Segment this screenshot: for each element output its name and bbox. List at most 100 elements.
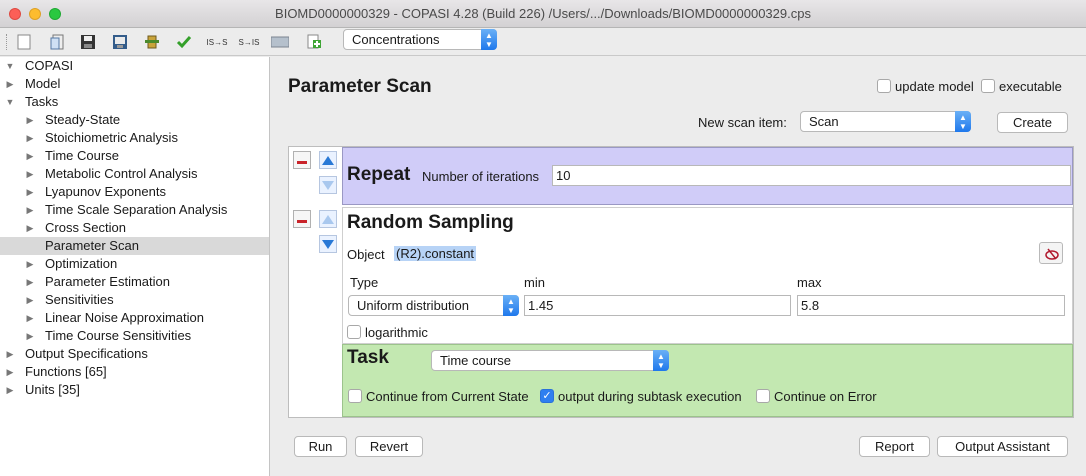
move-up-icon[interactable] [319, 151, 337, 169]
collapsed-triangle-icon[interactable]: ▶ [25, 255, 35, 273]
toolbar: IS→S S→IS [0, 28, 1086, 56]
tree-item[interactable]: ▶ Functions [65] [0, 363, 269, 381]
min-label: min [524, 275, 545, 290]
output-during-subtask-label: output during subtask execution [558, 389, 742, 404]
tree-item[interactable]: ▶ Linear Noise Approximation [0, 309, 269, 327]
is-to-s-icon[interactable]: IS→S [206, 32, 228, 52]
revert-button[interactable]: Revert [355, 436, 423, 457]
collapsed-triangle-icon[interactable]: ▶ [5, 345, 15, 363]
page-title: Parameter Scan [288, 76, 432, 97]
tree-item[interactable]: Parameter Scan [0, 237, 269, 255]
tree-item[interactable]: ▶ Time Course [0, 147, 269, 165]
tree-item[interactable]: ▶ Model [0, 75, 269, 93]
expanded-triangle-icon[interactable]: ▼ [5, 57, 15, 75]
check-icon[interactable] [174, 32, 194, 52]
logarithmic-checkbox[interactable] [347, 325, 361, 339]
delete-repeat-button[interactable] [293, 151, 311, 169]
sidebar-tree: ▼ COPASI ▶ Model ▼ Tasks ▶ Steady-State ▶ Stoic… [0, 57, 270, 476]
collapsed-triangle-icon[interactable]: ▶ [25, 273, 35, 291]
tree-item-label: Metabolic Control Analysis [45, 166, 198, 181]
tree-item[interactable]: ▶ Units [35] [0, 381, 269, 399]
collapsed-triangle-icon[interactable]: ▶ [25, 147, 35, 165]
output-during-subtask-checkbox[interactable]: ✓ [540, 389, 554, 403]
logarithmic-label: logarithmic [365, 325, 428, 340]
task-item: Task Time course ▲ ▼ Continue from Curren… [342, 344, 1073, 417]
export-icon[interactable] [110, 32, 130, 52]
continue-on-error-label: Continue on Error [774, 389, 877, 404]
save-icon[interactable] [78, 32, 98, 52]
new-scan-item-select[interactable]: Scan ▲ ▼ [800, 111, 971, 132]
collapsed-triangle-icon[interactable]: ▶ [25, 111, 35, 129]
distribution-type-select[interactable]: Uniform distribution ▲ ▼ [348, 295, 519, 316]
tree-root[interactable]: ▼ COPASI [0, 57, 269, 75]
move-up-icon[interactable] [319, 210, 337, 228]
object-label: Object [347, 247, 385, 262]
add-icon[interactable] [304, 32, 324, 52]
run-button[interactable]: Run [294, 436, 347, 457]
continue-state-checkbox[interactable] [348, 389, 362, 403]
move-down-icon[interactable] [319, 176, 337, 194]
iterations-input[interactable]: 10 [552, 165, 1071, 186]
tree-item[interactable]: ▶ Lyapunov Exponents [0, 183, 269, 201]
tree-item[interactable]: ▶ Stoichiometric Analysis [0, 129, 269, 147]
view-mode-select[interactable]: Concentrations ▲ ▼ [343, 29, 497, 50]
s-to-is-icon[interactable]: S→IS [238, 32, 260, 52]
continue-on-error-checkbox[interactable] [756, 389, 770, 403]
delete-random-button[interactable] [293, 210, 311, 228]
collapsed-triangle-icon[interactable]: ▶ [25, 129, 35, 147]
window-title: BIOMD0000000329 - COPASI 4.28 (Build 226… [275, 6, 811, 21]
tree-item-label: Optimization [45, 256, 118, 271]
type-label: Type [350, 275, 379, 290]
view-mode-value: Concentrations [352, 32, 440, 47]
tree-item[interactable]: ▶ Time Scale Separation Analysis [0, 201, 269, 219]
output-assistant-button[interactable]: Output Assistant [937, 436, 1068, 457]
subtask-select[interactable]: Time course ▲ ▼ [431, 350, 669, 371]
tree-item[interactable]: ▶ Steady-State [0, 111, 269, 129]
tree-item-label: Lyapunov Exponents [45, 184, 166, 199]
collapsed-triangle-icon[interactable]: ▶ [25, 183, 35, 201]
tree-item[interactable]: ▶ Sensitivities [0, 291, 269, 309]
tree-item-label: Functions [65] [25, 364, 107, 379]
tree-item-label: Units [35] [25, 382, 80, 397]
tree-item-label: Time Course Sensitivities [45, 328, 192, 343]
object-value[interactable]: (R2).constant [394, 246, 477, 261]
collapsed-triangle-icon[interactable]: ▶ [5, 75, 15, 93]
select-object-button[interactable] [1039, 242, 1063, 264]
executable-checkbox[interactable] [981, 79, 995, 93]
update-model-checkbox[interactable] [877, 79, 891, 93]
min-input[interactable]: 1.45 [524, 295, 791, 316]
tree-item[interactable]: ▶ Cross Section [0, 219, 269, 237]
collapsed-triangle-icon[interactable]: ▶ [25, 201, 35, 219]
collapsed-triangle-icon[interactable]: ▶ [25, 291, 35, 309]
distribution-type-value: Uniform distribution [357, 298, 469, 313]
plugin-icon[interactable] [142, 32, 162, 52]
move-down-icon[interactable] [319, 235, 337, 253]
collapsed-triangle-icon[interactable]: ▶ [25, 309, 35, 327]
sbml-icon[interactable] [270, 32, 290, 52]
s-to-is-label: S→IS [238, 37, 260, 47]
tree-item[interactable]: ▶ Metabolic Control Analysis [0, 165, 269, 183]
max-input[interactable]: 5.8 [797, 295, 1065, 316]
collapsed-triangle-icon[interactable]: ▶ [25, 219, 35, 237]
tree-item[interactable]: ▶ Output Specifications [0, 345, 269, 363]
tree-item[interactable]: ▶ Parameter Estimation [0, 273, 269, 291]
tree-item[interactable]: ▶ Optimization [0, 255, 269, 273]
collapsed-triangle-icon[interactable]: ▶ [5, 363, 15, 381]
report-button[interactable]: Report [859, 436, 930, 457]
toolbar-grip [6, 34, 8, 50]
tree-item[interactable]: ▶ Time Course Sensitivities [0, 327, 269, 345]
tree-item[interactable]: ▼ Tasks [0, 93, 269, 111]
new-scan-item-value: Scan [809, 114, 839, 129]
tree-item-label: Sensitivities [45, 292, 114, 307]
create-button[interactable]: Create [997, 112, 1068, 133]
new-icon[interactable] [14, 32, 34, 52]
tree-item-label: Model [25, 76, 61, 91]
collapsed-triangle-icon[interactable]: ▶ [25, 165, 35, 183]
collapsed-triangle-icon[interactable]: ▶ [5, 381, 15, 399]
open-icon[interactable] [48, 32, 68, 52]
expanded-triangle-icon[interactable]: ▼ [5, 93, 15, 111]
max-label: max [797, 275, 822, 290]
chevron-updown-icon: ▲ ▼ [955, 111, 971, 132]
collapsed-triangle-icon[interactable]: ▶ [25, 327, 35, 345]
random-sampling-title: Random Sampling [347, 212, 514, 233]
